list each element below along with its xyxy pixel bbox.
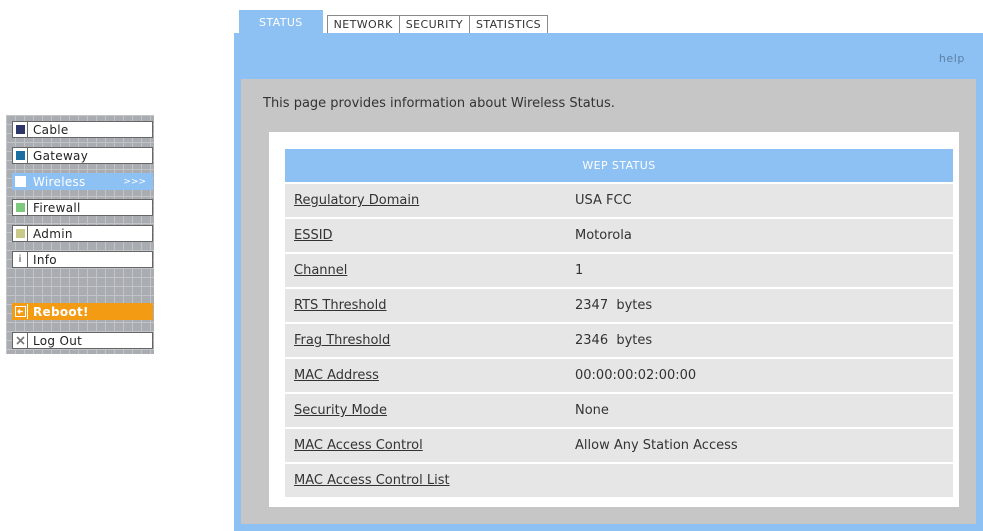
status-table-container: WEP STATUS Regulatory Domain USA FCC ESS… xyxy=(269,132,959,507)
sidebar-item-wireless[interactable]: Wireless >>> xyxy=(12,173,153,190)
gateway-swatch-icon xyxy=(15,151,25,160)
table-header-row: WEP STATUS xyxy=(285,149,953,182)
reboot-button[interactable]: Reboot! xyxy=(12,303,153,320)
sidebar-item-label: Reboot! xyxy=(33,304,89,319)
close-icon xyxy=(15,336,25,345)
arrow-left-icon xyxy=(14,306,26,317)
sidebar-item-label: Wireless xyxy=(33,174,86,189)
sidebar-item-cable[interactable]: Cable xyxy=(12,121,153,138)
page-description: This page provides information about Wir… xyxy=(263,96,615,111)
regulatory-domain-link[interactable]: Regulatory Domain xyxy=(294,193,419,208)
admin-swatch-icon xyxy=(15,229,25,238)
table-row: MAC Access Control Allow Any Station Acc… xyxy=(285,429,953,462)
sidebar-item-gateway[interactable]: Gateway xyxy=(12,147,153,164)
frag-threshold-value: 2346 bytes xyxy=(566,324,953,357)
sidebar-item-label: Cable xyxy=(33,122,69,137)
table-row: RTS Threshold 2347 bytes xyxy=(285,289,953,322)
firewall-swatch-icon xyxy=(15,203,25,212)
mac-access-control-list-value xyxy=(566,464,953,497)
content-area: This page provides information about Wir… xyxy=(241,79,976,524)
table-row: Security Mode None xyxy=(285,394,953,427)
mac-access-control-list-link[interactable]: MAC Access Control List xyxy=(294,473,450,488)
main-panel: help This page provides information abou… xyxy=(234,33,983,531)
table-row: Frag Threshold 2346 bytes xyxy=(285,324,953,357)
mac-access-control-link[interactable]: MAC Access Control xyxy=(294,438,423,453)
mac-address-link[interactable]: MAC Address xyxy=(294,368,379,383)
chevrons-right-icon: >>> xyxy=(123,176,146,187)
rts-threshold-link[interactable]: RTS Threshold xyxy=(294,298,386,313)
essid-value: Motorola xyxy=(566,219,953,252)
wireless-swatch-icon xyxy=(14,176,26,187)
sidebar-item-label: Info xyxy=(33,252,57,267)
table-row: MAC Access Control List xyxy=(285,464,953,497)
sidebar-item-label: Gateway xyxy=(33,148,89,163)
channel-link[interactable]: Channel xyxy=(294,263,347,278)
mac-address-value: 00:00:00:02:00:00 xyxy=(566,359,953,392)
security-mode-value: None xyxy=(566,394,953,427)
frag-threshold-link[interactable]: Frag Threshold xyxy=(294,333,390,348)
table-row: ESSID Motorola xyxy=(285,219,953,252)
wep-status-table: WEP STATUS Regulatory Domain USA FCC ESS… xyxy=(285,147,953,499)
security-mode-link[interactable]: Security Mode xyxy=(294,403,387,418)
sidebar-item-label: Log Out xyxy=(33,333,83,348)
rts-threshold-value: 2347 bytes xyxy=(566,289,953,322)
tab-bar: STATUS NETWORK SECURITY STATISTICS xyxy=(239,10,549,33)
mac-access-control-value: Allow Any Station Access xyxy=(566,429,953,462)
channel-value: 1 xyxy=(566,254,953,287)
table-header: WEP STATUS xyxy=(285,149,953,182)
sidebar-item-admin[interactable]: Admin xyxy=(12,225,153,242)
logout-button[interactable]: Log Out xyxy=(12,332,153,349)
sidebar-item-label: Firewall xyxy=(33,200,81,215)
tab-security[interactable]: SECURITY xyxy=(398,15,470,33)
sidebar-nav: Cable Gateway Wireless >>> Firewall Admi… xyxy=(6,115,154,354)
sidebar-item-info[interactable]: i Info xyxy=(12,251,153,268)
sidebar-item-firewall[interactable]: Firewall xyxy=(12,199,153,216)
tab-status[interactable]: STATUS xyxy=(239,10,323,33)
tab-network[interactable]: NETWORK xyxy=(326,15,400,33)
regulatory-domain-value: USA FCC xyxy=(566,184,953,217)
table-row: Regulatory Domain USA FCC xyxy=(285,184,953,217)
table-row: Channel 1 xyxy=(285,254,953,287)
sidebar-item-label: Admin xyxy=(33,226,73,241)
tab-statistics[interactable]: STATISTICS xyxy=(468,15,549,33)
essid-link[interactable]: ESSID xyxy=(294,228,333,243)
cable-swatch-icon xyxy=(15,125,25,134)
info-icon: i xyxy=(18,253,22,265)
help-link[interactable]: help xyxy=(939,52,965,65)
table-row: MAC Address 00:00:00:02:00:00 xyxy=(285,359,953,392)
